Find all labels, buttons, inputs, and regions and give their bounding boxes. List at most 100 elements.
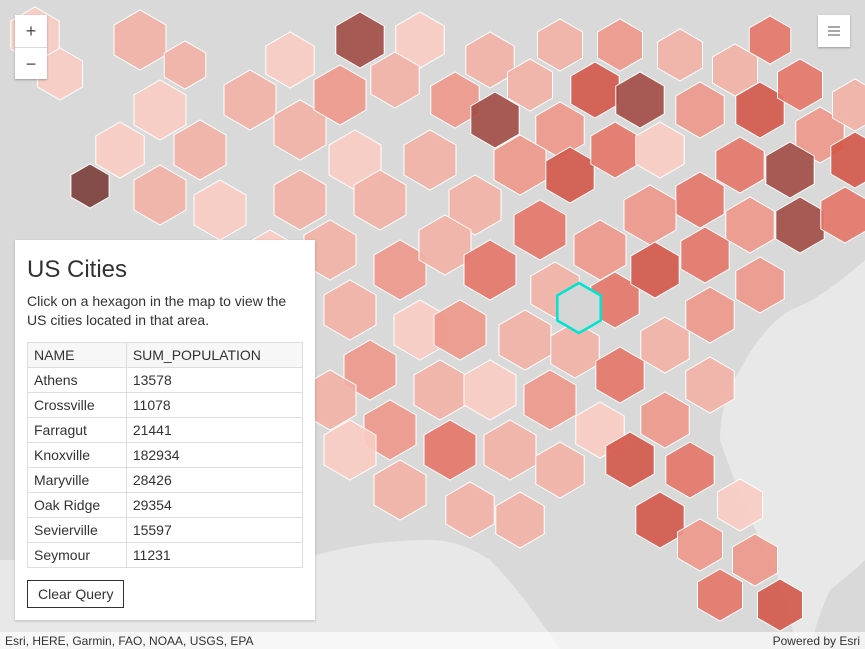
results-table: NAME SUM_POPULATION Athens13578Crossvill… <box>27 342 303 568</box>
cell-population: 28426 <box>126 467 302 492</box>
table-row: Seymour11231 <box>28 542 303 567</box>
hexbin[interactable] <box>616 72 664 128</box>
col-population: SUM_POPULATION <box>126 342 302 367</box>
hexbin[interactable] <box>224 70 276 130</box>
cell-name: Crossville <box>28 392 127 417</box>
hexbin[interactable] <box>733 534 778 586</box>
hexbin[interactable] <box>624 185 676 245</box>
hexbin[interactable] <box>374 240 426 300</box>
hexbin[interactable] <box>484 420 536 480</box>
hexbin[interactable] <box>666 442 714 498</box>
hexbin[interactable] <box>499 310 551 370</box>
cell-population: 15597 <box>126 517 302 542</box>
hexbin[interactable] <box>536 442 584 498</box>
hexbin[interactable] <box>414 360 466 420</box>
panel-title: US Cities <box>27 256 303 284</box>
hexbin[interactable] <box>636 122 684 178</box>
hexbin[interactable] <box>464 240 516 300</box>
hexbin[interactable] <box>194 180 246 240</box>
hexbin[interactable] <box>726 197 774 253</box>
table-row: Crossville11078 <box>28 392 303 417</box>
cell-name: Oak Ridge <box>28 492 127 517</box>
hexbin[interactable] <box>514 200 566 260</box>
hexbin[interactable] <box>698 569 743 621</box>
hexbin[interactable] <box>464 360 516 420</box>
col-name: NAME <box>28 342 127 367</box>
hexbin[interactable] <box>164 41 206 89</box>
hexbin[interactable] <box>686 287 734 343</box>
hexbin[interactable] <box>686 357 734 413</box>
cell-population: 182934 <box>126 442 302 467</box>
hexbin[interactable] <box>324 280 376 340</box>
hexbin[interactable] <box>676 172 724 228</box>
cell-population: 13578 <box>126 367 302 392</box>
zoom-controls: + − <box>15 15 47 79</box>
hexbin[interactable] <box>274 170 326 230</box>
hexbin[interactable] <box>658 29 703 81</box>
hexbin[interactable] <box>434 300 486 360</box>
hexbin[interactable] <box>776 197 824 253</box>
selected-hexbin[interactable] <box>557 283 600 333</box>
cell-population: 11078 <box>126 392 302 417</box>
hexbin[interactable] <box>336 12 384 68</box>
hexbin[interactable] <box>596 347 644 403</box>
cell-name: Farragut <box>28 417 127 442</box>
hexbin[interactable] <box>591 122 639 178</box>
zoom-out-button[interactable]: − <box>15 47 47 79</box>
info-panel: US Cities Click on a hexagon in the map … <box>15 240 315 620</box>
zoom-in-button[interactable]: + <box>15 15 47 47</box>
hexbin[interactable] <box>718 479 763 531</box>
hexbin[interactable] <box>266 32 314 88</box>
hexbin[interactable] <box>424 420 476 480</box>
hexbin[interactable] <box>716 137 764 193</box>
hexbin[interactable] <box>821 187 865 243</box>
hexbin[interactable] <box>574 220 626 280</box>
layer-list-icon <box>826 23 842 39</box>
hexbin[interactable] <box>134 80 186 140</box>
hexbin[interactable] <box>496 492 544 548</box>
hexbin[interactable] <box>538 19 583 71</box>
cell-population: 11231 <box>126 542 302 567</box>
hexbin[interactable] <box>446 482 494 538</box>
cell-name: Seymour <box>28 542 127 567</box>
cell-name: Knoxville <box>28 442 127 467</box>
hexbin[interactable] <box>96 122 144 178</box>
hexbin[interactable] <box>676 82 724 138</box>
cell-population: 21441 <box>126 417 302 442</box>
cell-name: Maryville <box>28 467 127 492</box>
hexbin[interactable] <box>404 130 456 190</box>
hexbin[interactable] <box>641 317 689 373</box>
hexbin[interactable] <box>571 62 619 118</box>
hexbin[interactable] <box>374 460 426 520</box>
hexbin[interactable] <box>736 257 784 313</box>
attribution-bar: Esri, HERE, Garmin, FAO, NOAA, USGS, EPA… <box>0 632 865 649</box>
cell-name: Athens <box>28 367 127 392</box>
table-header-row: NAME SUM_POPULATION <box>28 342 303 367</box>
clear-query-button[interactable]: Clear Query <box>27 580 124 608</box>
table-row: Oak Ridge29354 <box>28 492 303 517</box>
hexbin[interactable] <box>598 19 643 71</box>
cell-population: 29354 <box>126 492 302 517</box>
cell-name: Sevierville <box>28 517 127 542</box>
hexbin[interactable] <box>174 120 226 180</box>
hexbin[interactable] <box>758 579 803 631</box>
layer-list-button[interactable] <box>818 15 850 47</box>
hexbin[interactable] <box>466 32 514 88</box>
table-row: Knoxville182934 <box>28 442 303 467</box>
attribution-powered-by[interactable]: Powered by Esri <box>773 634 860 648</box>
map-viewport[interactable]: + − US Cities Click on a hexagon in the … <box>0 0 865 649</box>
panel-instructions: Click on a hexagon in the map to view th… <box>27 292 303 330</box>
hexbin[interactable] <box>134 165 186 225</box>
hexbin[interactable] <box>636 492 684 548</box>
hexbin[interactable] <box>71 164 109 208</box>
hexbin[interactable] <box>546 147 594 203</box>
hexbin[interactable] <box>681 227 729 283</box>
table-row: Sevierville15597 <box>28 517 303 542</box>
attribution-sources: Esri, HERE, Garmin, FAO, NOAA, USGS, EPA <box>5 634 254 648</box>
table-row: Athens13578 <box>28 367 303 392</box>
hexbin[interactable] <box>641 392 689 448</box>
hexbin[interactable] <box>524 370 576 430</box>
table-row: Farragut21441 <box>28 417 303 442</box>
table-row: Maryville28426 <box>28 467 303 492</box>
hexbin[interactable] <box>114 10 166 70</box>
